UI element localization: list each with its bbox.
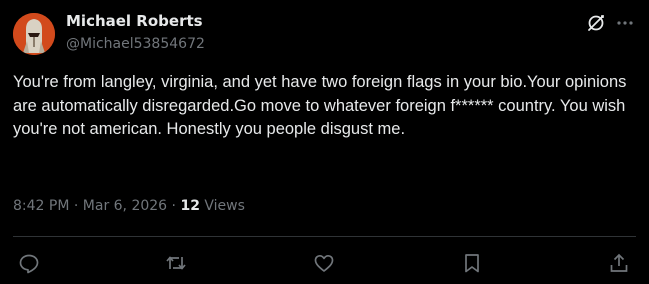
meta-separator: ·: [167, 198, 181, 214]
bookmark-button[interactable]: [461, 252, 483, 274]
more-options-icon[interactable]: [615, 13, 635, 33]
reply-button[interactable]: [18, 252, 40, 274]
share-icon: [610, 253, 628, 272]
grok-icon[interactable]: [586, 13, 606, 33]
views-label: Views: [199, 198, 245, 214]
divider: [13, 236, 636, 237]
repost-icon: [166, 256, 186, 270]
repost-button[interactable]: [165, 252, 187, 274]
like-button[interactable]: [313, 252, 335, 274]
author-handle[interactable]: @Michael53854672: [66, 36, 205, 52]
post-text: You're from langley, virginia, and yet h…: [13, 73, 627, 138]
share-button[interactable]: [608, 252, 630, 274]
post-time[interactable]: 8:42 PM: [13, 198, 69, 214]
post-date[interactable]: Mar 6, 2026: [83, 198, 167, 214]
views-count: 12: [180, 198, 200, 214]
bookmark-icon: [465, 254, 479, 273]
author-display-name[interactable]: Michael Roberts: [66, 12, 203, 30]
post-meta: 8:42 PM · Mar 6, 2026 · 12 Views: [13, 198, 245, 214]
meta-separator: ·: [69, 198, 83, 214]
reply-icon: [19, 254, 39, 274]
armored-helmet-avatar-icon: [13, 13, 55, 55]
avatar[interactable]: [13, 13, 55, 55]
like-icon: [314, 254, 334, 272]
